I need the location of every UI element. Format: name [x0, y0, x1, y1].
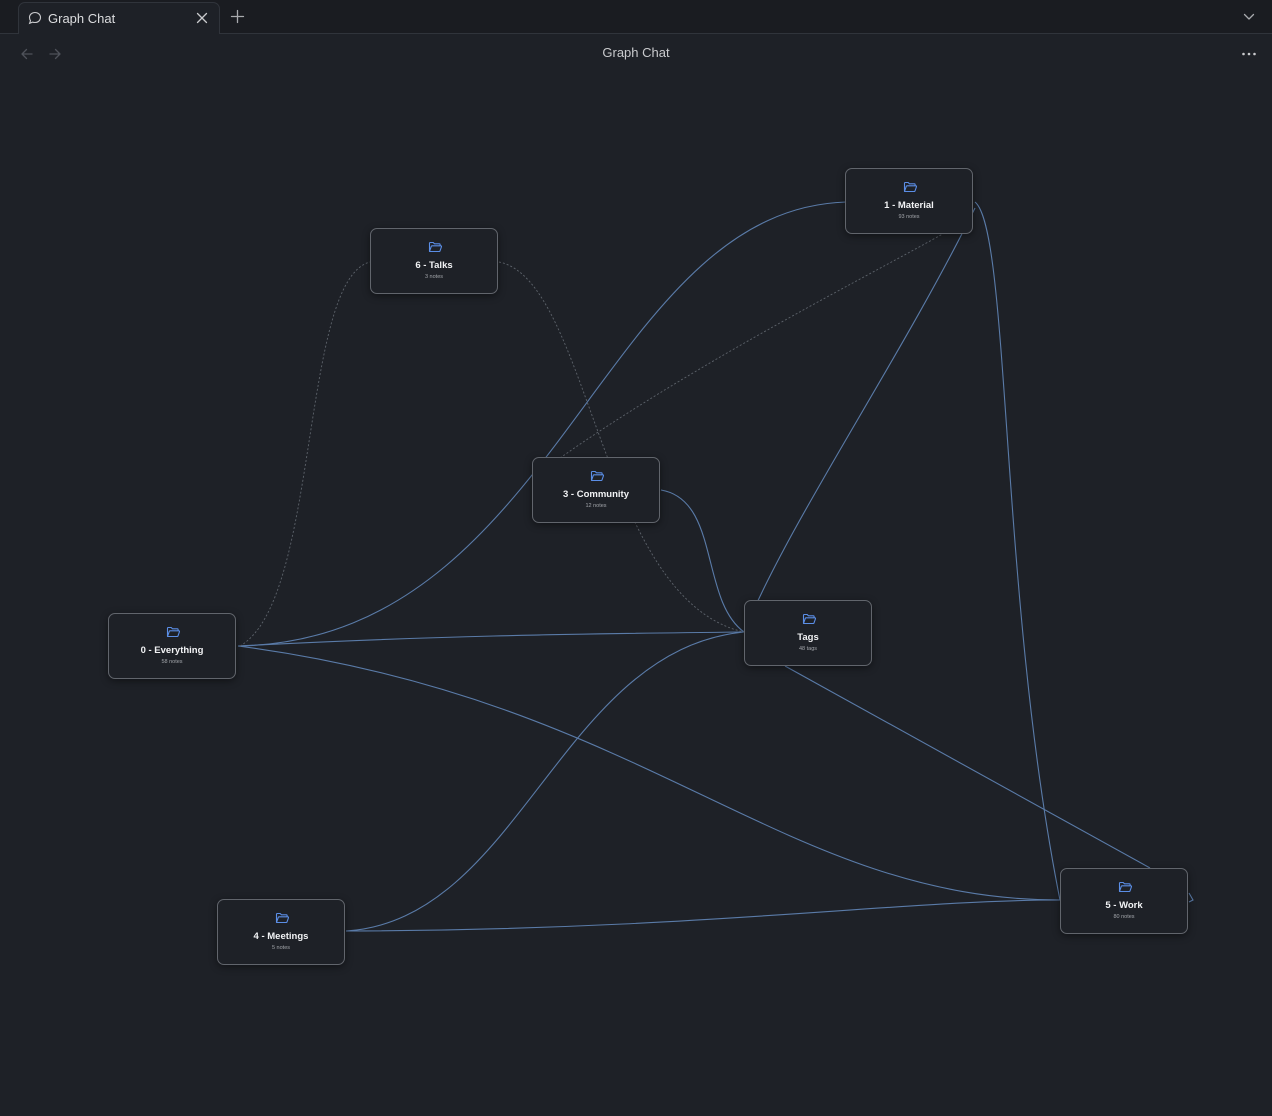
edge-everything-work: [237, 645, 1061, 901]
tab-bar: Graph Chat: [0, 0, 1272, 34]
view-title: Graph Chat: [602, 45, 670, 60]
node-subtitle: 80 notes: [1113, 914, 1135, 920]
node-talks[interactable]: 6 - Talks 3 notes: [370, 228, 498, 294]
node-title: 6 - Talks: [415, 260, 453, 271]
node-subtitle: 58 notes: [161, 659, 183, 665]
edge-meetings-work: [345, 899, 1061, 932]
folder-open-icon: [903, 181, 917, 193]
node-title: 0 - Everything: [140, 645, 204, 656]
chevron-down-icon[interactable]: [1242, 10, 1256, 24]
node-title: 3 - Community: [563, 489, 629, 500]
node-community[interactable]: 3 - Community 12 notes: [532, 457, 660, 523]
graph-edges: [237, 201, 1194, 932]
node-title: Tags: [797, 632, 819, 643]
folder-open-icon: [590, 470, 604, 482]
edge-work-stub: [1188, 892, 1194, 903]
node-meetings[interactable]: 4 - Meetings 5 notes: [217, 899, 345, 965]
node-everything[interactable]: 0 - Everything 58 notes: [108, 613, 236, 679]
edge-community-tags: [660, 489, 745, 633]
node-subtitle: 5 notes: [271, 945, 291, 951]
edge-everything-talks: [239, 261, 371, 647]
tab-title: Graph Chat: [48, 11, 116, 26]
node-title: 5 - Work: [1105, 900, 1143, 911]
edge-meetings-tags: [345, 631, 745, 932]
node-subtitle: 12 notes: [585, 503, 607, 509]
node-subtitle: 93 notes: [898, 214, 920, 220]
edge-everything-tags: [237, 631, 745, 647]
plus-icon[interactable]: [230, 9, 245, 24]
edge-material-tags: [743, 207, 976, 633]
folder-open-icon: [428, 241, 442, 253]
node-work[interactable]: 5 - Work 80 notes: [1060, 868, 1188, 934]
close-icon[interactable]: [195, 11, 209, 25]
node-tags[interactable]: Tags 48 tags: [744, 600, 872, 666]
node-subtitle: 3 notes: [424, 274, 444, 280]
edge-everything-material: [237, 201, 847, 647]
folder-open-icon: [166, 626, 180, 638]
folder-open-icon: [802, 613, 816, 625]
tab-graph-chat[interactable]: Graph Chat: [18, 2, 220, 34]
folder-open-icon: [275, 912, 289, 924]
edge-talks-tags: [498, 261, 745, 633]
node-subtitle: 48 tags: [798, 646, 818, 652]
node-title: 1 - Material: [884, 200, 934, 211]
node-title: 4 - Meetings: [253, 931, 309, 942]
node-material[interactable]: 1 - Material 93 notes: [845, 168, 973, 234]
edge-tags-work: [784, 665, 1151, 869]
chat-bubble-icon: [28, 11, 42, 25]
edge-material-work: [974, 201, 1061, 901]
folder-open-icon: [1118, 881, 1132, 893]
more-horizontal-icon[interactable]: [1240, 46, 1258, 62]
edge-community-material: [559, 231, 947, 459]
